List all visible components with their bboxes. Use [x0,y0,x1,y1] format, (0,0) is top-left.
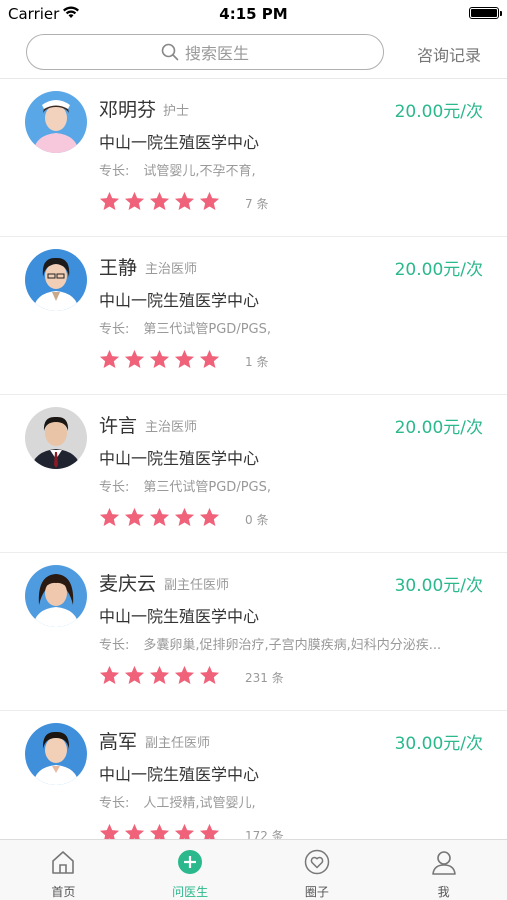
user-icon [431,849,457,879]
status-time: 4:15 PM [219,5,288,23]
avatar [25,91,87,153]
search-row: 搜索医生 咨询记录 [0,26,507,78]
tab-circle[interactable]: 圈子 [254,840,381,900]
hospital-name: 中山一院生殖医学中心 [99,607,260,626]
home-icon [50,849,76,879]
star-icon [124,349,145,369]
specialty: 专长: 第三代试管PGD/PGS, [99,480,271,495]
battery-icon [469,7,502,19]
review-count: 0 条 [245,513,269,527]
rating-stars [99,191,220,211]
doctor-list[interactable]: 邓明芬 护士 20.00元/次 中山一院生殖医学中心 专长: 试管婴儿,不孕不育,… [0,79,507,839]
specialty: 专长: 试管婴儿,不孕不育, [99,164,256,179]
doctor-name: 许言 [99,415,138,437]
tab-me[interactable]: 我 [380,840,507,900]
specialty: 专长: 第三代试管PGD/PGS, [99,322,271,337]
tab-label: 首页 [51,885,76,899]
tab-bar: 首页 问医生 圈子 我 [0,839,507,900]
doctor-card[interactable]: 高军 副主任医师 30.00元/次 中山一院生殖医学中心 专长: 人工授精,试管婴… [0,711,507,839]
tab-label: 问医生 [172,885,209,899]
doctor-name: 麦庆云 [99,573,157,595]
star-icon [199,665,220,685]
hospital-name: 中山一院生殖医学中心 [99,133,260,152]
heart-icon [304,849,330,879]
doctor-card[interactable]: 麦庆云 副主任医师 30.00元/次 中山一院生殖医学中心 专长: 多囊卵巢,促排… [0,553,507,711]
star-icon [124,823,145,839]
doctor-title: 主治医师 [145,262,198,277]
consult-price: 20.00元/次 [394,260,483,280]
star-icon [99,665,120,685]
star-icon [174,823,195,839]
star-icon [99,191,120,211]
star-icon [149,349,170,369]
rating-stars [99,507,220,527]
doctor-name: 邓明芬 [99,99,157,121]
consult-price: 20.00元/次 [394,102,483,122]
star-icon [199,191,220,211]
star-icon [149,665,170,685]
tab-home[interactable]: 首页 [0,840,127,900]
star-icon [149,507,170,527]
doctor-title: 副主任医师 [145,736,211,751]
star-icon [99,823,120,839]
doctor-name: 王静 [99,257,138,279]
avatar [25,565,87,627]
doctor-card[interactable]: 邓明芬 护士 20.00元/次 中山一院生殖医学中心 专长: 试管婴儿,不孕不育,… [0,79,507,237]
plus-circle-icon [177,849,203,879]
consult-price: 30.00元/次 [394,734,483,754]
star-icon [124,507,145,527]
doctor-card[interactable]: 王静 主治医师 20.00元/次 中山一院生殖医学中心 专长: 第三代试管PGD/… [0,237,507,395]
rating-stars [99,349,220,369]
star-icon [124,665,145,685]
review-count: 1 条 [245,355,269,369]
review-count: 7 条 [245,197,269,211]
star-icon [199,507,220,527]
doctor-title: 副主任医师 [164,578,230,593]
specialty: 专长: 人工授精,试管婴儿, [99,796,256,811]
doctor-card[interactable]: 许言 主治医师 20.00元/次 中山一院生殖医学中心 专长: 第三代试管PGD/… [0,395,507,553]
rating-stars [99,665,220,685]
search-input[interactable]: 搜索医生 [26,34,384,70]
star-icon [199,823,220,839]
review-count: 231 条 [245,671,284,685]
star-icon [124,191,145,211]
consult-history-link[interactable]: 咨询记录 [417,42,481,66]
star-icon [174,507,195,527]
doctor-title: 主治医师 [145,420,198,435]
rating-stars [99,823,220,839]
hospital-name: 中山一院生殖医学中心 [99,765,260,784]
consult-price: 20.00元/次 [394,418,483,438]
avatar [25,407,87,469]
star-icon [149,191,170,211]
avatar [25,723,87,785]
tab-label: 我 [437,885,450,899]
doctor-title: 护士 [163,104,190,119]
star-icon [174,665,195,685]
review-count: 172 条 [245,829,284,839]
hospital-name: 中山一院生殖医学中心 [99,291,260,310]
star-icon [174,349,195,369]
avatar [25,249,87,311]
star-icon [99,507,120,527]
tab-ask-doctor[interactable]: 问医生 [127,840,254,900]
star-icon [99,349,120,369]
search-placeholder: 搜索医生 [184,44,249,63]
star-icon [199,349,220,369]
status-bar: Carrier 4:15 PM [0,0,507,26]
star-icon [149,823,170,839]
tab-label: 圈子 [304,885,329,899]
specialty: 专长: 多囊卵巢,促排卵治疗,子宫内膜疾病,妇科内分泌疾... [99,638,442,653]
doctor-name: 高军 [99,731,138,753]
search-icon [161,43,179,61]
consult-price: 30.00元/次 [394,576,483,596]
star-icon [174,191,195,211]
hospital-name: 中山一院生殖医学中心 [99,449,260,468]
